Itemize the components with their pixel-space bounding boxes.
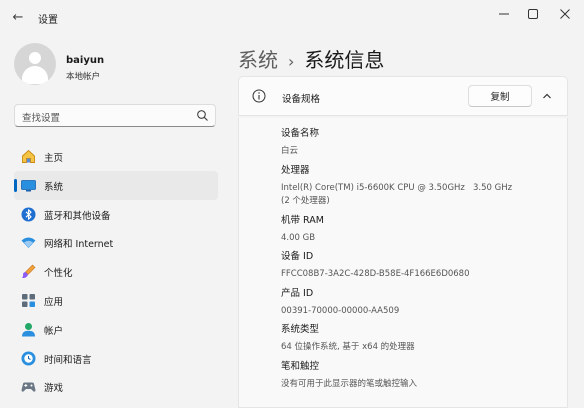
- spec-label: 产品 ID: [281, 288, 314, 299]
- search-input[interactable]: 查找设置: [14, 104, 216, 127]
- device-specs-title: 设备规格: [282, 94, 321, 105]
- spec-device-name: 设备名称 白云: [281, 127, 319, 158]
- back-button[interactable]: ←: [8, 7, 28, 27]
- sidebar-item-gaming[interactable]: 游戏: [14, 372, 218, 401]
- copy-button[interactable]: 复制: [468, 85, 532, 107]
- sidebar-item-label: 游戏: [44, 383, 64, 395]
- user-name: baiyun: [66, 55, 105, 66]
- spec-label: 系统类型: [281, 324, 320, 335]
- spec-label: 处理器: [281, 165, 310, 176]
- spec-value[interactable]: 00391-70000-00000-AA509: [281, 305, 399, 318]
- device-specs-body: 设备名称 白云 处理器 Intel(R) Core(TM) i5-6600K C…: [238, 118, 568, 408]
- sidebar-item-bluetooth[interactable]: 蓝牙和其他设备: [14, 200, 218, 229]
- sidebar-item-label: 主页: [44, 153, 64, 164]
- back-arrow-icon: ←: [12, 9, 24, 25]
- spec-value[interactable]: 4.00 GB: [281, 232, 324, 245]
- home-icon: [22, 149, 35, 163]
- spec-label: 设备名称: [281, 128, 320, 139]
- bluetooth-icon: [21, 207, 36, 222]
- sidebar-item-label: 个性化: [44, 268, 73, 280]
- maximize-button[interactable]: [516, 3, 550, 25]
- account-icon: [22, 322, 35, 337]
- breadcrumb-separator: ›: [288, 52, 295, 71]
- sidebar-item-label: 系统: [44, 181, 64, 193]
- close-icon: [560, 9, 570, 19]
- spec-value[interactable]: 64 位操作系统, 基于 x64 的处理器: [281, 341, 415, 354]
- spec-label: 笔和触控: [281, 361, 320, 372]
- search-icon: [197, 110, 208, 121]
- device-specs-header[interactable]: 设备规格 复制: [238, 76, 568, 116]
- sidebar-item-apps[interactable]: 应用: [14, 286, 218, 315]
- sidebar-item-system[interactable]: 系统: [14, 170, 218, 200]
- breadcrumb-parent[interactable]: 系统: [238, 44, 278, 73]
- sidebar-item-time-language[interactable]: 时间和语言: [14, 344, 218, 373]
- sidebar-item-personalization[interactable]: 个性化: [14, 257, 218, 286]
- spec-processor: 处理器 Intel(R) Core(TM) i5-6600K CPU @ 3.5…: [281, 164, 512, 208]
- sidebar-item-label: 时间和语言: [44, 354, 92, 366]
- system-icon: [21, 179, 36, 192]
- spec-label: 机带 RAM: [281, 215, 324, 226]
- close-button[interactable]: [548, 3, 582, 25]
- sidebar-nav: 主页 系统 蓝牙和其他设备 网络和 Internet 个性化 应用 帐户 时间和…: [14, 142, 218, 401]
- spec-system-type: 系统类型 64 位操作系统, 基于 x64 的处理器: [281, 323, 415, 354]
- sidebar-item-label: 蓝牙和其他设备: [44, 210, 111, 222]
- apps-icon: [22, 293, 35, 307]
- page-title: 系统信息: [304, 48, 385, 72]
- account-type: 本地帐户: [66, 72, 101, 82]
- avatar-head: [29, 52, 41, 64]
- minimize-icon: [499, 13, 509, 15]
- sidebar-item-label: 应用: [44, 296, 64, 308]
- window-title: 设置: [38, 15, 58, 26]
- sidebar-item-accounts[interactable]: 帐户: [14, 315, 218, 344]
- gaming-icon: [21, 382, 36, 392]
- spec-value[interactable]: 没有可用于此显示器的笔或触控输入: [281, 378, 417, 391]
- maximize-icon: [528, 9, 538, 19]
- sidebar-item-network[interactable]: 网络和 Internet: [14, 228, 218, 257]
- chevron-up-icon[interactable]: [541, 90, 553, 102]
- spec-pen-touch: 笔和触控 没有可用于此显示器的笔或触控输入: [281, 360, 417, 391]
- personalization-icon: [22, 264, 36, 279]
- breadcrumb: 系统 › 系统信息: [238, 44, 384, 72]
- spec-value[interactable]: Intel(R) Core(TM) i5-6600K CPU @ 3.50GHz…: [281, 182, 512, 208]
- spec-label: 设备 ID: [281, 251, 314, 262]
- spec-device-id: 设备 ID FFCC08B7-3A2C-428D-B58E-4F166E6D06…: [281, 250, 470, 281]
- spec-product-id: 产品 ID 00391-70000-00000-AA509: [281, 287, 399, 318]
- avatar-body: [22, 66, 48, 84]
- info-icon: [252, 89, 266, 103]
- network-icon: [21, 237, 36, 249]
- sidebar-item-label: 网络和 Internet: [44, 239, 114, 251]
- spec-value[interactable]: FFCC08B7-3A2C-428D-B58E-4F166E6D0680: [281, 268, 470, 281]
- spec-value[interactable]: 白云: [281, 145, 319, 158]
- title-bar: ← 设置: [0, 0, 584, 34]
- spec-ram: 机带 RAM 4.00 GB: [281, 214, 324, 245]
- user-profile[interactable]: baiyun 本地帐户: [14, 43, 234, 89]
- time-language-icon: [21, 351, 36, 366]
- sidebar-item-label: 帐户: [44, 325, 64, 337]
- avatar: [14, 43, 56, 85]
- search-placeholder: 查找设置: [22, 113, 61, 124]
- sidebar-item-home[interactable]: 主页: [14, 142, 218, 171]
